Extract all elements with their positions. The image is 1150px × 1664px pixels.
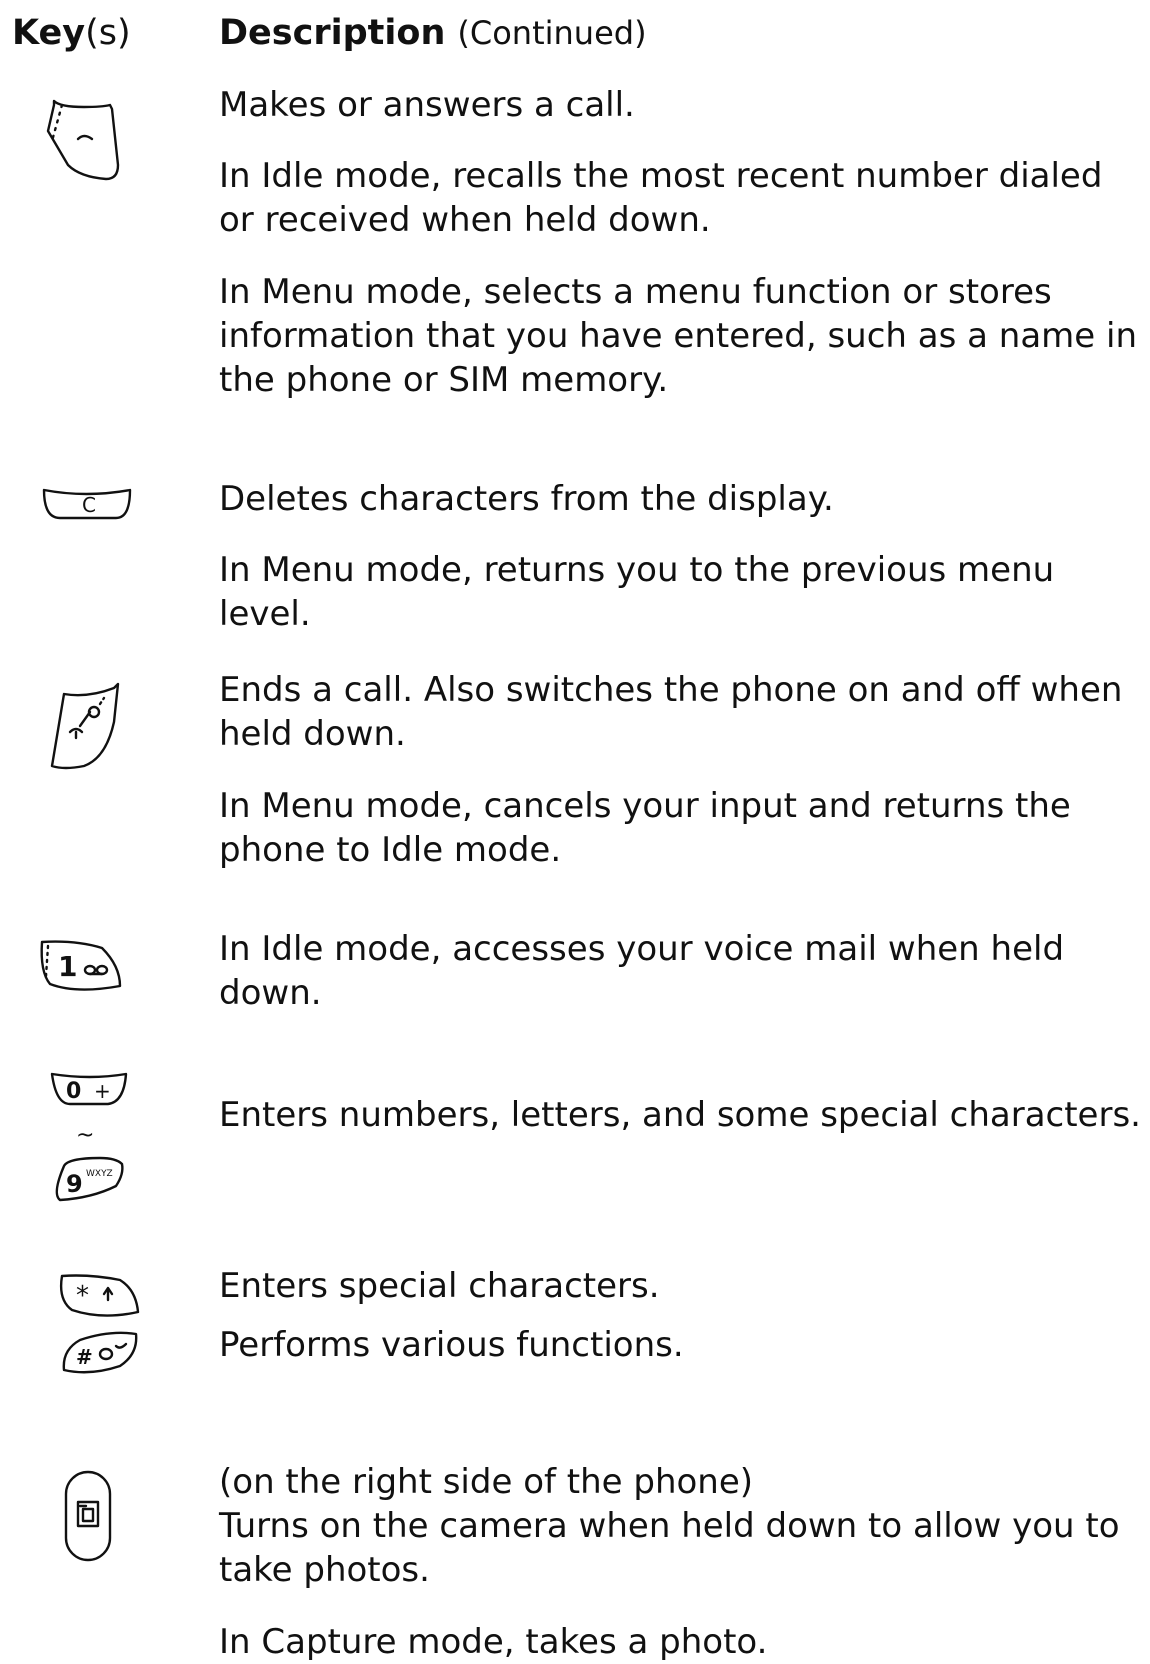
row7-para1-line1: (on the right side of the phone) bbox=[219, 1462, 754, 1502]
row5-para1-line1: Enters numbers, letters, and some specia… bbox=[219, 1095, 1141, 1135]
svg-text:WXYZ: WXYZ bbox=[86, 1169, 113, 1179]
svg-text:0: 0 bbox=[66, 1079, 81, 1104]
row3-para1-line1: Ends a call. Also switches the phone on … bbox=[219, 670, 1123, 710]
number-keys-icon: 0 + ~ 9 WXYZ bbox=[50, 1072, 128, 1202]
row1-para3-line3: the phone or SIM memory. bbox=[219, 360, 669, 400]
key-column-header: Key(s) bbox=[12, 13, 131, 53]
row4-para1-line1: In Idle mode, accesses your voice mail w… bbox=[219, 929, 1065, 969]
row7-para1-line2: Turns on the camera when held down to al… bbox=[219, 1506, 1120, 1546]
row4-para1-line2: down. bbox=[219, 973, 322, 1013]
row3-para1-line2: held down. bbox=[219, 714, 406, 754]
voicemail-1-key-icon: 1 bbox=[40, 940, 122, 991]
row7-para1-line3: take photos. bbox=[219, 1550, 430, 1590]
row1-para3-line1: In Menu mode, selects a menu function or… bbox=[219, 272, 1052, 312]
row1-para3-line2: information that you have entered, such … bbox=[219, 316, 1137, 356]
row1-para2-line2: or received when held down. bbox=[219, 200, 711, 240]
row6-para2-line1: Performs various functions. bbox=[219, 1325, 684, 1365]
row3-para2-line1: In Menu mode, cancels your input and ret… bbox=[219, 786, 1071, 826]
row2-para2-line2: level. bbox=[219, 594, 311, 634]
row7-para2-line1: In Capture mode, takes a photo. bbox=[219, 1622, 768, 1662]
row1-para2-line1: In Idle mode, recalls the most recent nu… bbox=[219, 156, 1103, 196]
description-column-header: Description (Continued) bbox=[219, 13, 647, 53]
row1-para1-line1: Makes or answers a call. bbox=[219, 85, 635, 125]
row2-para1-line1: Deletes characters from the display. bbox=[219, 479, 834, 519]
send-key-icon bbox=[46, 99, 120, 181]
svg-text:1: 1 bbox=[58, 950, 77, 983]
end-power-key-icon bbox=[50, 682, 120, 770]
svg-text:9: 9 bbox=[66, 1170, 83, 1198]
svg-text:*: * bbox=[76, 1281, 89, 1311]
row3-para2-line2: phone to Idle mode. bbox=[219, 830, 562, 870]
row6-para1-line1: Enters special characters. bbox=[219, 1266, 660, 1306]
svg-text:+: + bbox=[94, 1079, 111, 1103]
star-hash-keys-icon: * # bbox=[59, 1274, 140, 1374]
svg-text:C: C bbox=[82, 493, 96, 517]
svg-text:#: # bbox=[76, 1345, 93, 1369]
clear-key-icon: C bbox=[42, 488, 132, 520]
row2-para2-line1: In Menu mode, returns you to the previou… bbox=[219, 550, 1055, 590]
svg-text:~: ~ bbox=[76, 1123, 94, 1148]
camera-key-icon bbox=[64, 1470, 112, 1562]
